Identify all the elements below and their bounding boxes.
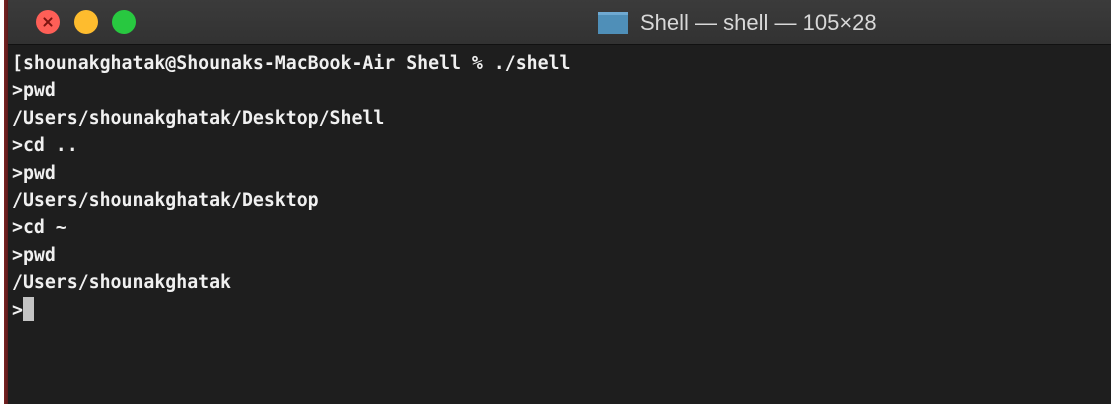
window-edge-right <box>1111 0 1119 404</box>
terminal-line: >pwd <box>12 80 56 102</box>
folder-icon <box>598 12 628 34</box>
terminal-line: >pwd <box>12 162 56 184</box>
prompt-symbol: > <box>12 299 23 321</box>
title-bar[interactable]: Shell — shell — 105×28 <box>8 0 1111 45</box>
zoom-button[interactable] <box>112 10 136 34</box>
terminal-line: >pwd <box>12 244 56 266</box>
terminal-line: >cd .. <box>12 135 78 157</box>
terminal-line: /Users/shounakghatak <box>12 272 231 294</box>
prompt-line[interactable]: > <box>12 296 1102 324</box>
terminal-output[interactable]: [shounakghatak@Shounaks-MacBook-Air Shel… <box>12 50 1102 400</box>
terminal-line: [shounakghatak@Shounaks-MacBook-Air Shel… <box>12 53 571 74</box>
block-cursor <box>22 296 34 321</box>
terminal-window: Shell — shell — 105×28 [shounakghatak@Sh… <box>8 0 1111 404</box>
terminal-line: >cd ~ <box>12 217 67 239</box>
window-title-group: Shell — shell — 105×28 <box>598 9 877 37</box>
terminal-line: /Users/shounakghatak/Desktop <box>12 189 319 211</box>
terminal-line: /Users/shounakghatak/Desktop/Shell <box>12 107 385 129</box>
close-button[interactable] <box>36 10 60 34</box>
close-icon <box>41 15 55 29</box>
window-edge-left <box>0 0 8 404</box>
minimize-button[interactable] <box>74 10 98 34</box>
window-title: Shell — shell — 105×28 <box>640 10 877 35</box>
